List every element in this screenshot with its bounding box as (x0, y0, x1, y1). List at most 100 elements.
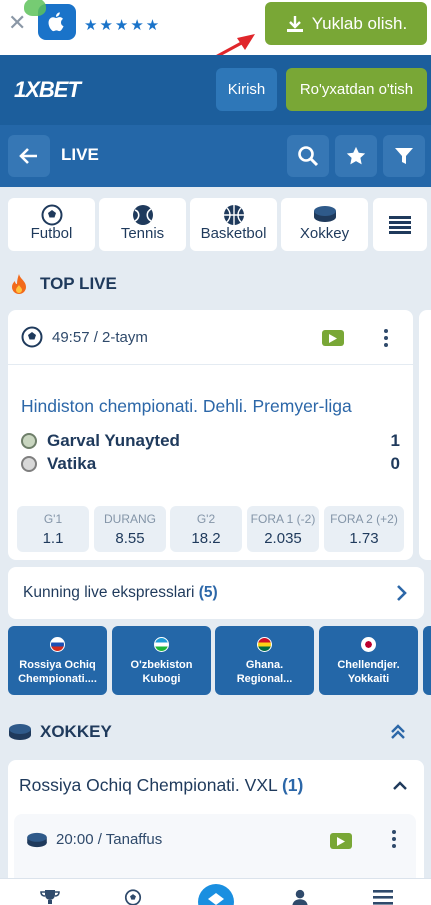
divider (8, 364, 413, 365)
app-promo-banner: ✕ ★★★★★ Yuklab olish. (0, 0, 431, 74)
russia-flag-icon (50, 637, 65, 652)
championship-name: O'zbekiston Kubogi (130, 659, 193, 685)
championship-name: Ghana. Regional... (236, 659, 293, 685)
odd-value: 8.55 (115, 530, 145, 547)
play-icon (329, 333, 337, 343)
championship-tile[interactable]: Rossiya Ochiq Chempionati.... (8, 626, 107, 695)
championship-tile[interactable]: Ghana. Regional... (215, 626, 314, 695)
login-button[interactable]: Kirish (216, 68, 277, 111)
score-home: 1 (390, 431, 400, 450)
championship-name: Chellendjer. Yokkaiti (337, 659, 400, 685)
fire-icon (12, 274, 26, 294)
odd-button[interactable]: DURANG 8.55 (94, 506, 166, 552)
live-stream-button[interactable] (322, 330, 344, 346)
odd-value: 18.2 (191, 530, 221, 547)
championship-name: Rossiya Ochiq Chempionati.... (18, 659, 97, 685)
odd-label: DURANG (103, 512, 156, 526)
tennis-ball-icon (132, 205, 153, 225)
close-icon[interactable]: ✕ (8, 12, 26, 34)
filter-button[interactable] (383, 135, 425, 177)
basketball-icon (223, 205, 244, 225)
hockey-puck-icon (27, 832, 47, 848)
favorites-button[interactable] (335, 135, 377, 177)
team-logo (21, 433, 37, 449)
odd-value: 2.035 (264, 530, 302, 547)
odd-button[interactable]: G'1 1.1 (17, 506, 89, 552)
trophy-icon[interactable] (40, 889, 60, 905)
championship-tile[interactable]: O'zbekiston Kubogi (112, 626, 211, 695)
chevron-up-icon[interactable] (392, 781, 408, 791)
ticket-icon (208, 893, 224, 905)
top-live-heading: TOP LIVE (0, 263, 431, 303)
championship-tile[interactable]: Chellendjer. Yokkaiti (319, 626, 418, 695)
odd-button[interactable]: G'2 18.2 (170, 506, 242, 552)
register-button[interactable]: Ro'yxatdan o'tish (286, 68, 427, 111)
brand-logo[interactable]: 1XBET (14, 77, 81, 103)
all-sports-menu-button[interactable] (373, 198, 427, 251)
arrow-left-icon (19, 148, 37, 164)
back-button[interactable] (8, 135, 50, 177)
league-name[interactable]: Hindiston chempionati. Dehli. Premyer-li… (21, 396, 352, 417)
odd-value: 1.73 (349, 530, 379, 547)
download-icon (286, 15, 303, 32)
section-title: TOP LIVE (40, 274, 117, 293)
ghana-flag-icon (257, 637, 272, 652)
championship-title[interactable]: Rossiya Ochiq Chempionati. VXL (1) (19, 775, 303, 796)
page-title: LIVE (61, 145, 99, 164)
chevron-right-icon (397, 585, 407, 601)
team-away: Vatika (21, 454, 96, 474)
play-icon (337, 836, 345, 846)
sport-tab-basketbol[interactable]: Basketbol (190, 198, 277, 251)
rating-stars: ★★★★★ (84, 17, 162, 34)
double-chevron-up-icon[interactable] (391, 724, 405, 740)
bottom-navigation (0, 878, 431, 905)
hamburger-menu-icon[interactable] (373, 889, 393, 905)
more-options-icon[interactable] (392, 830, 396, 848)
odd-button[interactable]: FORA 1 (-2) 2.035 (247, 506, 319, 552)
odd-button[interactable]: FORA 2 (+2) 1.73 (324, 506, 404, 552)
list-menu-icon (389, 215, 411, 234)
odd-value: 1.1 (42, 530, 64, 547)
next-match-card[interactable] (419, 310, 431, 560)
bet-slip-button[interactable] (198, 884, 234, 905)
team-home: Garval Yunayted (21, 431, 180, 451)
mascot-decoration (24, 0, 46, 16)
daily-live-express-link[interactable]: Kunning live ekspresslari (5) (8, 567, 424, 619)
sport-tab-tennis[interactable]: Tennis (99, 198, 186, 251)
match-card[interactable]: 49:57 / 2-taym Hindiston chempionati. De… (8, 310, 413, 560)
hockey-section-heading[interactable]: XOKKEY (0, 711, 431, 751)
star-icon (346, 146, 366, 165)
hockey-puck-icon (9, 724, 31, 740)
sport-tabs: Futbol Tennis Basketbol Xokkey (0, 187, 431, 255)
score-away: 0 (390, 454, 400, 473)
search-button[interactable] (287, 135, 329, 177)
download-label: Yuklab olish. (311, 13, 408, 33)
section-title: XOKKEY (40, 722, 112, 741)
team-logo (21, 456, 37, 472)
more-options-icon[interactable] (384, 329, 388, 347)
match-time: 49:57 / 2-taym (52, 329, 148, 346)
app-icon (24, 0, 76, 40)
championship-tile[interactable] (423, 626, 431, 695)
search-icon (298, 146, 319, 167)
sport-tab-futbol[interactable]: Futbol (8, 198, 95, 251)
download-app-button[interactable]: Yuklab olish. (265, 2, 427, 45)
user-icon[interactable] (290, 889, 310, 905)
sport-tab-label: Basketbol (200, 225, 267, 242)
site-header: 1XBET Kirish Ro'yxatdan o'tish (0, 55, 431, 125)
live-stream-button[interactable] (330, 833, 352, 849)
sport-tab-label: Xokkey (299, 225, 350, 242)
soccer-ball-icon (41, 204, 62, 226)
sport-tab-xokkey[interactable]: Xokkey (281, 198, 368, 251)
odd-label: G'2 (196, 512, 216, 526)
match-time: 20:00 / Tanaffus (56, 831, 163, 848)
team-name: Vatika (47, 454, 97, 473)
championship-count: (1) (281, 775, 304, 795)
odd-label: G'1 (43, 512, 63, 526)
uzbekistan-flag-icon (154, 637, 169, 652)
express-label: Kunning live ekspresslari (5) (23, 584, 218, 601)
sports-ball-icon[interactable] (123, 889, 143, 905)
filter-icon (395, 148, 413, 164)
japan-flag-icon (361, 637, 376, 652)
odd-label: FORA 1 (-2) (250, 512, 316, 526)
